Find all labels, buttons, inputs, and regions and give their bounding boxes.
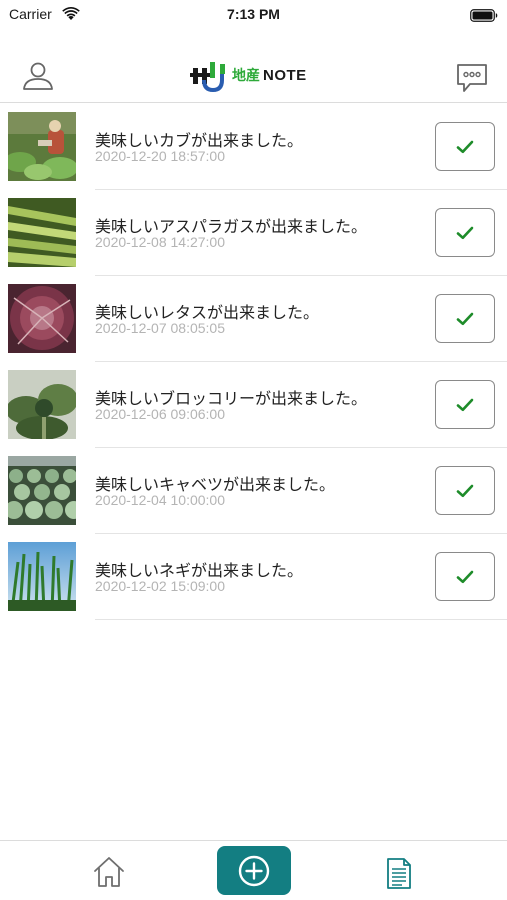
home-button[interactable] [92, 855, 126, 889]
post-list: 美味しいカブが出来ました。 2020-12-20 18:57:00 美味しいアス… [0, 104, 507, 620]
list-item[interactable]: 美味しいレタスが出来ました。 2020-12-07 08:05:05 [0, 276, 507, 362]
document-list-icon [387, 858, 411, 889]
chat-button[interactable] [455, 62, 489, 94]
list-item[interactable]: 美味しいキャベツが出来ました。 2020-12-04 10:00:00 [0, 448, 507, 534]
list-item[interactable]: 美味しいアスパラガスが出来ました。 2020-12-08 14:27:00 [0, 190, 507, 276]
logo-text: NOTE [263, 66, 307, 84]
checkmark-icon [456, 570, 474, 583]
check-button[interactable] [435, 122, 495, 171]
check-button[interactable] [435, 294, 495, 343]
checkmark-icon [456, 398, 474, 411]
post-datetime: 2020-12-06 09:06:00 [95, 406, 225, 422]
battery-icon [470, 7, 498, 26]
logo-kanji: 地産 [232, 68, 260, 84]
thumbnail [8, 112, 76, 181]
post-datetime: 2020-12-08 14:27:00 [95, 234, 225, 250]
checkmark-icon [456, 484, 474, 497]
thumbnail [8, 284, 76, 353]
plus-circle-icon [238, 855, 270, 886]
post-datetime: 2020-12-04 10:00:00 [95, 492, 225, 508]
checkmark-icon [456, 312, 474, 325]
person-icon [23, 62, 53, 90]
check-button[interactable] [435, 208, 495, 257]
row-divider [95, 619, 507, 620]
post-datetime: 2020-12-20 18:57:00 [95, 148, 225, 164]
list-item[interactable]: 美味しいカブが出来ました。 2020-12-20 18:57:00 [0, 104, 507, 190]
checkmark-icon [456, 226, 474, 239]
post-datetime: 2020-12-07 08:05:05 [95, 320, 225, 336]
app-logo: 地産 NOTE [190, 58, 307, 92]
list-item[interactable]: 美味しいブロッコリーが出来ました。 2020-12-06 09:06:00 [0, 362, 507, 448]
post-datetime: 2020-12-02 15:09:00 [95, 578, 225, 594]
check-button[interactable] [435, 380, 495, 429]
checkmark-icon [456, 140, 474, 153]
list-item[interactable]: 美味しいネギが出来ました。 2020-12-02 15:09:00 [0, 534, 507, 620]
navigation-bar: 地産 NOTE [0, 44, 507, 103]
check-button[interactable] [435, 552, 495, 601]
status-time: 7:13 PM [227, 6, 280, 22]
add-post-button[interactable] [217, 846, 291, 895]
thumbnail [8, 542, 76, 611]
status-bar: Carrier 7:13 PM [0, 0, 507, 30]
thumbnail [8, 198, 76, 267]
logo-mark-icon [190, 62, 225, 92]
notes-button[interactable] [382, 855, 416, 891]
thumbnail [8, 370, 76, 439]
chat-bubble-icon [457, 64, 487, 92]
home-icon [94, 857, 124, 887]
thumbnail [8, 456, 76, 525]
check-button[interactable] [435, 466, 495, 515]
profile-button[interactable] [20, 58, 56, 94]
tab-bar [0, 840, 507, 900]
